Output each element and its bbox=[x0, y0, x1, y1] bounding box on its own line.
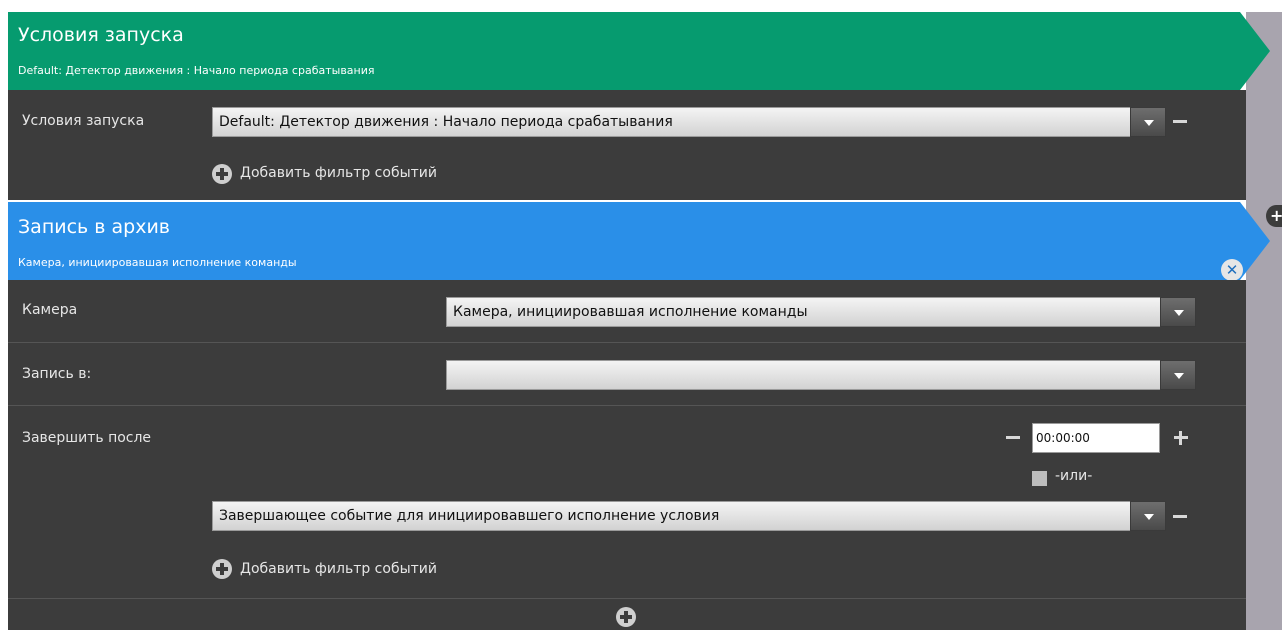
record-header-title: Запись в архив bbox=[18, 216, 171, 238]
add-event-filter-link[interactable]: Добавить фильтр событий bbox=[240, 165, 437, 181]
add-filter-icon[interactable] bbox=[212, 559, 232, 579]
launch-header-title: Условия запуска bbox=[18, 24, 184, 46]
camera-select[interactable]: Камера, инициировавшая исполнение команд… bbox=[446, 297, 1196, 327]
close-icon[interactable]: ✕ bbox=[1221, 259, 1243, 281]
add-event-filter-link[interactable]: Добавить фильтр событий bbox=[240, 561, 437, 577]
chevron-down-icon[interactable] bbox=[1160, 360, 1196, 390]
or-label: -или- bbox=[1055, 468, 1093, 484]
remove-condition-icon[interactable] bbox=[1173, 120, 1187, 123]
finish-time-input[interactable]: 00:00:00 bbox=[1032, 423, 1160, 453]
chevron-down-icon[interactable] bbox=[1130, 501, 1166, 531]
remove-end-event-icon[interactable] bbox=[1173, 515, 1187, 518]
row-divider bbox=[8, 598, 1246, 599]
or-checkbox[interactable] bbox=[1032, 471, 1047, 486]
decrease-time-icon[interactable] bbox=[1006, 436, 1020, 439]
record-header-subtitle: Камера, инициировавшая исполнение команд… bbox=[18, 256, 297, 269]
launch-condition-value: Default: Детектор движения : Начало пери… bbox=[219, 114, 673, 130]
launch-condition-label: Условия запуска bbox=[22, 113, 145, 129]
record-to-select[interactable] bbox=[446, 360, 1196, 390]
add-block-icon[interactable] bbox=[616, 607, 636, 627]
row-divider bbox=[8, 342, 1246, 343]
add-filter-icon[interactable] bbox=[212, 164, 232, 184]
end-event-select[interactable]: Завершающее событие для инициировавшего … bbox=[212, 501, 1166, 531]
chevron-down-icon[interactable] bbox=[1160, 297, 1196, 327]
record-archive-panel bbox=[8, 280, 1246, 630]
launch-header-shape bbox=[8, 12, 1270, 90]
launch-header-subtitle: Default: Детектор движения : Начало пери… bbox=[18, 64, 375, 77]
row-divider bbox=[8, 405, 1246, 406]
camera-label: Камера bbox=[22, 302, 78, 318]
record-to-label: Запись в: bbox=[22, 366, 92, 382]
increase-time-icon[interactable] bbox=[1174, 431, 1188, 445]
add-action-icon[interactable]: + bbox=[1266, 205, 1282, 227]
finish-after-label: Завершить после bbox=[22, 430, 152, 446]
launch-condition-select[interactable]: Default: Детектор движения : Начало пери… bbox=[212, 107, 1166, 137]
launch-conditions-header: Условия запуска Default: Детектор движен… bbox=[8, 12, 1270, 90]
camera-value: Камера, инициировавшая исполнение команд… bbox=[453, 304, 808, 320]
end-event-value: Завершающее событие для инициировавшего … bbox=[219, 508, 720, 524]
chevron-down-icon[interactable] bbox=[1130, 107, 1166, 137]
right-sidebar bbox=[1246, 12, 1282, 630]
record-archive-header: Запись в архив Камера, инициировавшая ис… bbox=[8, 202, 1270, 280]
